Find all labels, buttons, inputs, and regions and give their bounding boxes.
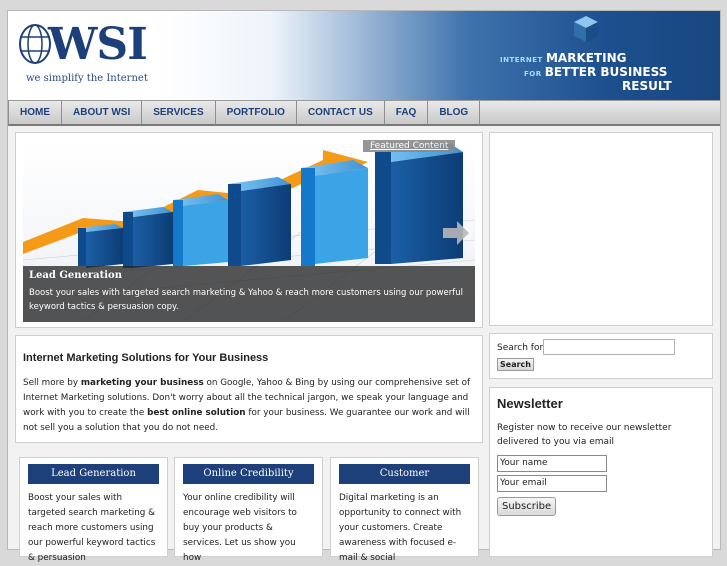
nav-contact-us[interactable]: CONTACT US xyxy=(297,101,385,125)
slogan-for: FOR xyxy=(524,70,542,78)
slider-next-arrow-icon[interactable] xyxy=(441,218,471,248)
service-box-title[interactable]: Customer Communication xyxy=(339,464,470,499)
logo[interactable]: WSI we simplify the Internet xyxy=(8,11,158,100)
slide-description: Boost your sales with targeted search ma… xyxy=(29,288,463,312)
service-box-title[interactable]: Online Credibility xyxy=(183,464,314,484)
featured-slide[interactable]: Featured Content Lead Generation Boost y… xyxy=(23,140,475,322)
search-widget: Search for: Search xyxy=(489,333,713,379)
newsletter-description: Register now to receive our newsletter d… xyxy=(497,423,672,447)
nav-blog[interactable]: BLOG xyxy=(428,101,481,125)
service-box-lead-generation: Lead Generation Boost your sales with ta… xyxy=(19,457,168,563)
service-box-text: Digital marketing is an opportunity to c… xyxy=(339,493,462,563)
search-label: Search for: xyxy=(497,343,547,353)
logo-text: WSI xyxy=(48,19,148,70)
slide-title: Lead Generation xyxy=(29,270,122,281)
nav-home[interactable]: HOME xyxy=(8,101,62,125)
cube-icon xyxy=(574,16,598,42)
globe-logo-icon xyxy=(19,24,51,64)
newsletter-title: Newsletter xyxy=(497,396,563,411)
logo-tagline: we simplify the Internet xyxy=(26,73,148,84)
main-nav: HOME ABOUT WSI SERVICES PORTFOLIO CONTAC… xyxy=(8,100,720,126)
newsletter-widget: Newsletter Register now to receive our n… xyxy=(489,387,713,557)
search-button[interactable]: Search xyxy=(497,358,534,371)
sidebar-ad-space xyxy=(489,132,713,326)
service-box-customer-communication: Customer Communication Digital marketing… xyxy=(330,457,479,563)
intro-link-marketing: marketing your business xyxy=(80,378,204,388)
search-input[interactable] xyxy=(543,339,675,355)
header-banner: INTERNET MARKETING FOR BETTER BUSINESS R… xyxy=(158,11,720,100)
nav-faq[interactable]: FAQ xyxy=(385,101,429,125)
page-wrapper: WSI we simplify the Internet INTERNET MA… xyxy=(7,10,721,563)
service-box-title[interactable]: Lead Generation xyxy=(28,464,159,484)
service-box-text: Boost your sales with targeted search ma… xyxy=(28,493,156,563)
service-box-online-credibility: Online Credibility Your online credibili… xyxy=(174,457,323,563)
intro-paragraph: Sell more by marketing your business on … xyxy=(23,376,475,436)
nav-portfolio[interactable]: PORTFOLIO xyxy=(216,101,297,125)
newsletter-name-field[interactable]: Your name xyxy=(497,455,607,472)
intro-heading: Internet Marketing Solutions for Your Bu… xyxy=(23,352,269,364)
site-header: WSI we simplify the Internet INTERNET MA… xyxy=(8,11,720,100)
subscribe-button[interactable]: Subscribe xyxy=(497,497,557,516)
service-box-text: Your online credibility will encourage w… xyxy=(183,493,297,563)
intro-link-solution: best online solution xyxy=(147,408,246,418)
slogan-result: RESULT xyxy=(622,79,672,93)
featured-content-tag[interactable]: Featured Content xyxy=(363,140,456,152)
newsletter-email-field[interactable]: Your email xyxy=(497,475,607,492)
intro-text-1: Sell more by xyxy=(23,378,81,388)
slogan-internet: INTERNET xyxy=(500,56,543,64)
slogan-marketing: MARKETING xyxy=(545,51,627,65)
intro-section: Internet Marketing Solutions for Your Bu… xyxy=(15,335,483,443)
nav-services[interactable]: SERVICES xyxy=(142,101,216,125)
featured-slider: Featured Content Lead Generation Boost y… xyxy=(15,132,483,328)
banner-slogan: INTERNET MARKETING FOR BETTER BUSINESS R… xyxy=(500,51,672,93)
slide-caption: Lead Generation Boost your sales with ta… xyxy=(23,266,475,322)
nav-about-wsi[interactable]: ABOUT WSI xyxy=(62,101,143,125)
slogan-better-business: BETTER BUSINESS xyxy=(544,65,668,79)
